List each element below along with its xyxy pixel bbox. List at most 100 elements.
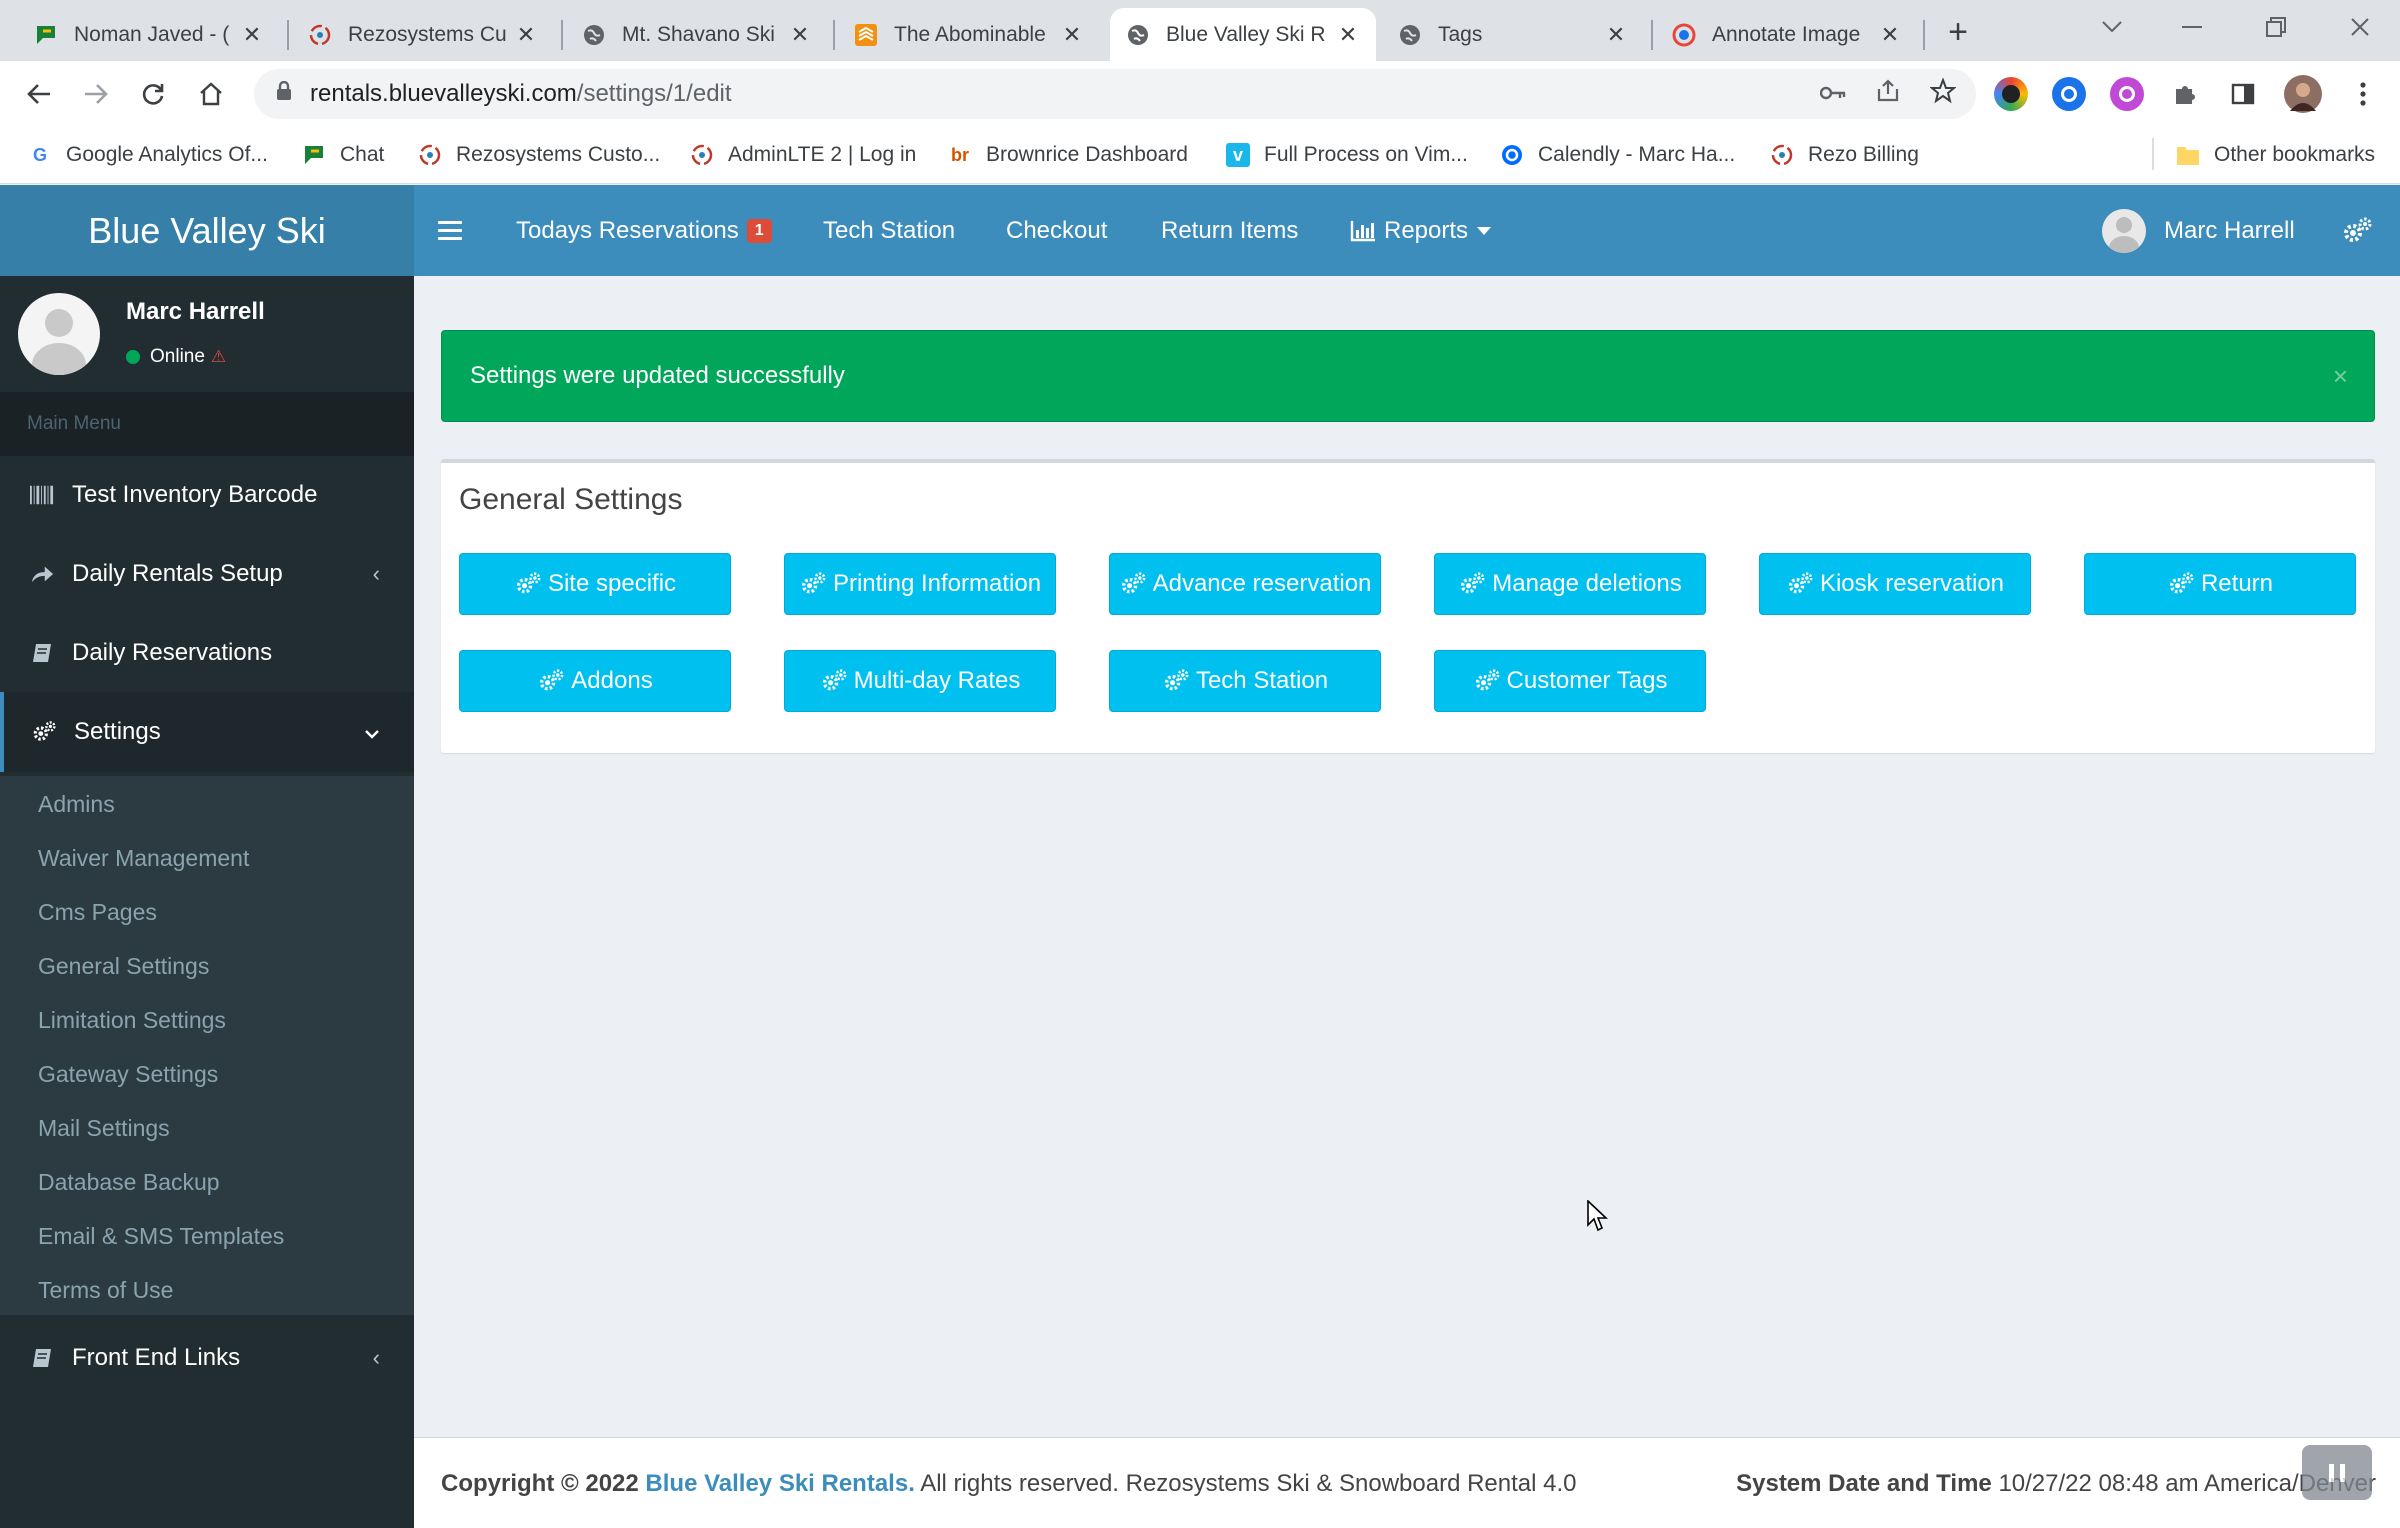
rezo-icon: [1770, 143, 1794, 167]
side-panel-icon[interactable]: [2226, 77, 2260, 111]
submenu-item-limitation-settings[interactable]: Limitation Settings: [38, 1007, 226, 1034]
nav-label: Reports: [1384, 216, 1469, 244]
sidebar-toggle-icon[interactable]: [438, 213, 462, 247]
site-specific-button[interactable]: Site specific: [459, 553, 731, 615]
nav-return-items[interactable]: Return Items: [1161, 185, 1298, 276]
close-tab-icon[interactable]: ✕: [240, 22, 264, 47]
bookmark-calendly[interactable]: Calendly - Marc Ha...: [1500, 138, 1735, 172]
barcode-icon: [30, 485, 54, 505]
footer-brand-link[interactable]: Blue Valley Ski Rentals.: [645, 1470, 914, 1497]
forward-icon[interactable]: [75, 73, 117, 115]
bookmark-adminlte[interactable]: AdminLTE 2 | Log in: [690, 138, 916, 172]
browser-tab[interactable]: Tags ✕: [1382, 8, 1644, 61]
browser-tab[interactable]: The Abominable ✕: [838, 8, 1100, 61]
back-icon[interactable]: [18, 73, 60, 115]
close-tab-icon[interactable]: ✕: [1878, 22, 1902, 47]
gears-icon: [32, 719, 56, 745]
sidebar-item-daily-rentals-setup[interactable]: Daily Rentals Setup ‹: [0, 535, 414, 613]
browser-tab-active[interactable]: Blue Valley Ski R ✕: [1110, 8, 1376, 61]
lock-icon: [276, 80, 292, 107]
bookmark-label: Chat: [340, 143, 385, 166]
bookmark-rezo-billing[interactable]: Rezo Billing: [1770, 138, 1919, 172]
bookmark-vimeo[interactable]: v Full Process on Vim...: [1226, 138, 1468, 172]
browser-tab[interactable]: Rezosystems Cu ✕: [292, 8, 554, 61]
bookmark-google-analytics[interactable]: G Google Analytics Of...: [28, 138, 268, 172]
success-alert: Settings were updated successfully ×: [441, 330, 2375, 422]
close-tab-icon[interactable]: ✕: [514, 22, 538, 47]
manage-deletions-button[interactable]: Manage deletions: [1434, 553, 1706, 615]
close-alert-icon[interactable]: ×: [2333, 361, 2348, 392]
chevron-left-icon: ‹: [372, 561, 380, 586]
new-tab-icon[interactable]: +: [1938, 12, 1978, 52]
book-icon: [30, 1347, 54, 1369]
sidebar-item-test-inventory-barcode[interactable]: Test Inventory Barcode: [0, 456, 414, 534]
power-extension-icon[interactable]: [2110, 77, 2144, 111]
return-button[interactable]: Return: [2084, 553, 2356, 615]
tab-title: Rezosystems Cu: [348, 22, 507, 46]
nav-todays-reservations[interactable]: Todays Reservations 1: [516, 185, 772, 276]
user-panel: Marc Harrell Online ⚠: [0, 276, 414, 392]
addons-button[interactable]: Addons: [459, 650, 731, 712]
close-tab-icon[interactable]: ✕: [1060, 22, 1084, 47]
bookmark-label: Calendly - Marc Ha...: [1538, 143, 1736, 166]
close-window-icon[interactable]: [2320, 0, 2400, 54]
brand-logo[interactable]: Blue Valley Ski: [0, 185, 414, 276]
restore-icon[interactable]: [2236, 0, 2316, 54]
caret-down-icon: [1477, 226, 1492, 235]
nav-reports[interactable]: Reports: [1350, 185, 1492, 276]
close-tab-icon[interactable]: ✕: [1604, 22, 1628, 47]
kiosk-reservation-button[interactable]: Kiosk reservation: [1759, 553, 2031, 615]
submenu-item-general-settings[interactable]: General Settings: [38, 953, 209, 980]
nav-checkout[interactable]: Checkout: [1006, 185, 1107, 276]
app-page: Blue Valley Ski Todays Reservations 1 Te…: [0, 185, 2400, 1528]
tab-search-icon[interactable]: [2072, 0, 2152, 54]
tech-station-button[interactable]: Tech Station: [1109, 650, 1381, 712]
customer-tags-button[interactable]: Customer Tags: [1434, 650, 1706, 712]
sidebar-item-settings[interactable]: Settings: [0, 692, 414, 772]
submenu-item-email-sms-templates[interactable]: Email & SMS Templates: [38, 1223, 284, 1250]
bookmark-rezosystems[interactable]: Rezosystems Custo...: [418, 138, 660, 172]
chrome-menu-icon[interactable]: [2346, 77, 2380, 111]
multi-day-rates-button[interactable]: Multi-day Rates: [784, 650, 1056, 712]
other-bookmarks[interactable]: Other bookmarks: [2176, 138, 2375, 172]
key-icon[interactable]: [1819, 80, 1846, 108]
globe-icon: [1126, 23, 1150, 47]
share-icon[interactable]: [1876, 78, 1900, 110]
minimize-icon[interactable]: [2152, 0, 2232, 54]
printing-information-button[interactable]: Printing Information: [784, 553, 1056, 615]
gears-icon: [1458, 572, 1486, 596]
advance-reservation-button[interactable]: Advance reservation: [1109, 553, 1381, 615]
browser-tab[interactable]: Annotate Image ✕: [1656, 8, 1918, 61]
extensions-puzzle-icon[interactable]: [2168, 77, 2202, 111]
reload-icon[interactable]: [132, 73, 174, 115]
submenu-item-waiver-management[interactable]: Waiver Management: [38, 845, 249, 872]
submenu-item-terms-of-use[interactable]: Terms of Use: [38, 1277, 173, 1304]
submenu-item-gateway-settings[interactable]: Gateway Settings: [38, 1061, 218, 1088]
submenu-item-cms-pages[interactable]: Cms Pages: [38, 899, 157, 926]
close-tab-icon[interactable]: ✕: [1336, 22, 1360, 47]
pause-recording-button[interactable]: [2302, 1445, 2372, 1500]
button-label: Kiosk reservation: [1819, 570, 2005, 597]
color-picker-extension-icon[interactable]: [1994, 77, 2028, 111]
submenu-item-mail-settings[interactable]: Mail Settings: [38, 1115, 170, 1142]
bookmark-chat[interactable]: Chat: [302, 138, 384, 172]
button-label: Site specific: [547, 570, 677, 597]
sidebar-item-daily-reservations[interactable]: Daily Reservations: [0, 614, 414, 692]
bookmark-star-icon[interactable]: [1929, 76, 1957, 111]
gears-icon[interactable]: [2342, 185, 2372, 276]
profile-avatar[interactable]: [2284, 75, 2322, 113]
bookmark-brownrice[interactable]: br Brownrice Dashboard: [948, 138, 1188, 172]
submenu-item-database-backup[interactable]: Database Backup: [38, 1169, 220, 1196]
submenu-item-admins[interactable]: Admins: [38, 791, 115, 818]
bookmarks-bar: G Google Analytics Of... Chat Rezosystem…: [0, 126, 2400, 184]
tab-title: Mt. Shavano Ski: [622, 22, 775, 46]
browser-tab[interactable]: Noman Javed - ( ✕: [18, 8, 280, 61]
home-icon[interactable]: [190, 73, 232, 115]
calendly-extension-icon[interactable]: [2052, 77, 2086, 111]
url-field[interactable]: rentals.bluevalleyski.com/settings/1/edi…: [254, 69, 1976, 119]
browser-tab[interactable]: Mt. Shavano Ski ✕: [566, 8, 828, 61]
nav-tech-station[interactable]: Tech Station: [823, 185, 955, 276]
user-menu[interactable]: Marc Harrell: [2102, 185, 2295, 276]
close-tab-icon[interactable]: ✕: [788, 22, 812, 47]
sidebar-item-front-end-links[interactable]: Front End Links ‹: [0, 1319, 414, 1397]
